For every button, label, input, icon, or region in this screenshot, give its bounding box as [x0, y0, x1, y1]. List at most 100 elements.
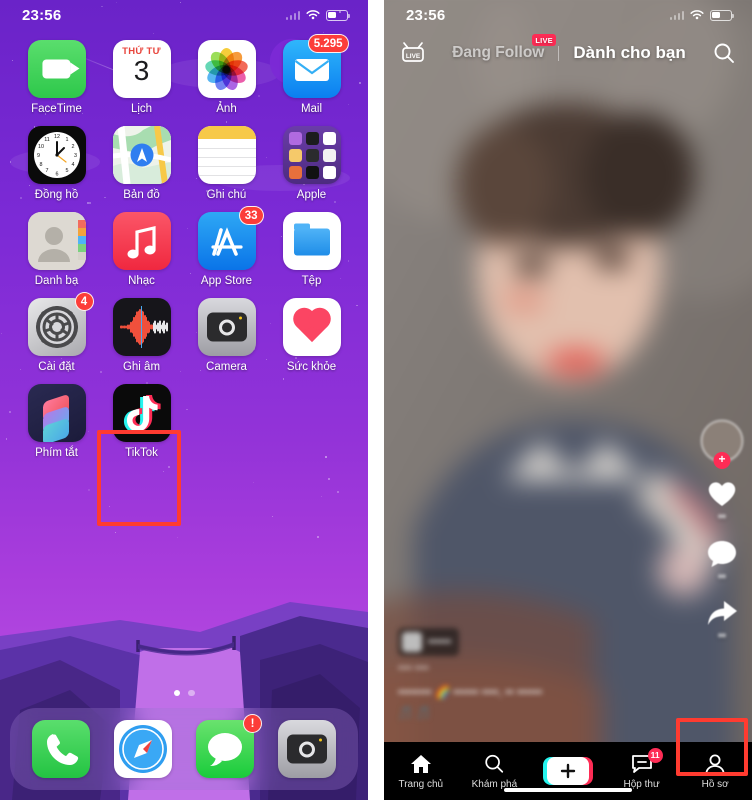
- calendar-icon: THỨ TƯ 3: [112, 40, 171, 98]
- tab-following[interactable]: Đang Follow LIVE: [452, 34, 557, 62]
- folder-icon: [282, 126, 341, 184]
- app-label: Tệp: [301, 275, 322, 287]
- page-dot-2[interactable]: [188, 689, 195, 696]
- action-share[interactable]: ••: [706, 598, 738, 642]
- panel-divider: [368, 0, 384, 800]
- safari-icon: [119, 725, 167, 773]
- live-tv-icon[interactable]: LIVE: [400, 40, 426, 66]
- status-time: 23:56: [406, 6, 446, 24]
- heart-icon: [295, 311, 328, 343]
- music-note-icon: [127, 225, 156, 259]
- svg-text:7: 7: [45, 168, 48, 174]
- dock-phone[interactable]: [32, 720, 90, 778]
- tab-for-you[interactable]: Dành cho bạn: [573, 43, 685, 63]
- wifi-icon: [690, 10, 704, 20]
- caption-emoji: 🎵 🎵: [398, 706, 432, 720]
- nav-discover[interactable]: Khám phá: [458, 753, 532, 790]
- share-count: ••: [718, 630, 726, 642]
- app-shortcuts[interactable]: Phím tắt: [14, 384, 99, 459]
- app-folder-apple[interactable]: Apple: [269, 126, 354, 201]
- app-calendar[interactable]: THỨ TƯ 3 Lịch: [99, 40, 184, 115]
- app-mail[interactable]: 5.295 Mail: [269, 34, 354, 115]
- nav-create[interactable]: [531, 757, 605, 785]
- dock-safari[interactable]: [114, 720, 172, 778]
- app-health[interactable]: Sức khỏe: [269, 298, 354, 373]
- badge-settings: 4: [74, 292, 94, 311]
- nav-home[interactable]: Trang chủ: [384, 753, 458, 790]
- clock-icon: 12 12 345 678 91011: [33, 132, 80, 178]
- app-maps[interactable]: Bản đồ: [99, 126, 184, 201]
- dock-messages[interactable]: !: [196, 714, 262, 778]
- app-voice-memos[interactable]: Ghi âm: [99, 298, 184, 373]
- app-music[interactable]: Nhạc: [99, 212, 184, 287]
- svg-text:9: 9: [37, 153, 40, 159]
- share-icon: [708, 601, 737, 625]
- app-notes[interactable]: Ghi chú: [184, 126, 269, 201]
- action-like[interactable]: ••: [705, 477, 739, 523]
- shortcuts-icon: [27, 384, 86, 442]
- badge-appstore: 33: [238, 206, 264, 225]
- folder-mini-icon: [288, 149, 302, 162]
- phone-icon: [47, 734, 79, 765]
- follow-plus-icon[interactable]: +: [713, 452, 731, 469]
- notes-icon: [197, 126, 256, 184]
- svg-text:2: 2: [71, 144, 74, 150]
- dock-camera[interactable]: [278, 720, 336, 778]
- app-files[interactable]: Tệp: [269, 212, 354, 287]
- app-photos[interactable]: Ảnh: [184, 40, 269, 115]
- folder-mini-icon: [322, 132, 336, 145]
- nav-inbox[interactable]: 11 Hộp thư: [605, 747, 679, 790]
- badge-inbox: 11: [647, 747, 663, 763]
- folder-mini-icon: [305, 166, 319, 179]
- app-label: Camera: [206, 361, 247, 373]
- comment-count: ••: [718, 571, 726, 583]
- app-appstore[interactable]: 33 App Store: [184, 206, 269, 287]
- svg-text:8: 8: [39, 162, 42, 168]
- app-contacts[interactable]: Danh bạ: [14, 212, 99, 287]
- status-bar: 23:56: [0, 0, 368, 30]
- app-settings[interactable]: 4 Cài đặt: [14, 292, 99, 373]
- contacts-icon: [27, 212, 86, 270]
- app-clock[interactable]: 12 1 2 345 678 9 10 11 Đồng hồ: [14, 126, 99, 201]
- camera-icon: [206, 312, 247, 342]
- action-comment[interactable]: ••: [706, 538, 738, 583]
- badge-messages: !: [243, 714, 262, 733]
- folder-mini-icon: [288, 166, 302, 179]
- search-icon[interactable]: [712, 41, 736, 65]
- signal-icon: [285, 10, 300, 20]
- app-camera[interactable]: Camera: [184, 298, 269, 373]
- action-avatar[interactable]: +: [701, 420, 743, 469]
- action-rail: + •• •• ••: [701, 420, 743, 642]
- app-label: Mail: [300, 103, 323, 115]
- caption-author-chip[interactable]: ••••••: [398, 627, 460, 656]
- folder-mini-icon: [288, 132, 302, 145]
- camera-icon: [287, 734, 327, 764]
- svg-text:LIVE: LIVE: [406, 53, 421, 60]
- app-label: Danh bạ: [34, 275, 79, 287]
- video-caption[interactable]: •••••• •••• •••• •••••••• 🌈 •••••• ••••,…: [398, 627, 648, 720]
- app-tiktok[interactable]: TikTok: [99, 384, 184, 459]
- profile-icon: [705, 754, 725, 774]
- battery-icon: [710, 9, 735, 21]
- home-icon: [410, 754, 431, 773]
- app-label: Ảnh: [216, 103, 237, 115]
- app-label: Phím tắt: [35, 447, 78, 459]
- svg-text:6: 6: [55, 172, 58, 178]
- app-label: App Store: [200, 275, 253, 287]
- nav-profile[interactable]: Hồ sơ: [678, 753, 752, 790]
- folder-mini-icon: [305, 132, 319, 145]
- app-label: Ghi âm: [122, 361, 161, 373]
- create-plus-icon[interactable]: [542, 757, 593, 785]
- folder-mini-icon: [305, 149, 319, 162]
- like-count: ••: [718, 511, 726, 523]
- signal-icon: [669, 10, 684, 20]
- svg-text:1: 1: [65, 137, 68, 143]
- dock: !: [10, 708, 358, 790]
- nav-label: Hồ sơ: [701, 778, 729, 790]
- live-badge: LIVE: [531, 34, 557, 46]
- page-dot-1[interactable]: [173, 689, 180, 696]
- app-facetime[interactable]: FaceTime: [14, 40, 99, 115]
- page-dots[interactable]: [0, 689, 368, 696]
- caption-subtitle: •••• ••••: [398, 662, 429, 674]
- home-indicator: [504, 787, 632, 792]
